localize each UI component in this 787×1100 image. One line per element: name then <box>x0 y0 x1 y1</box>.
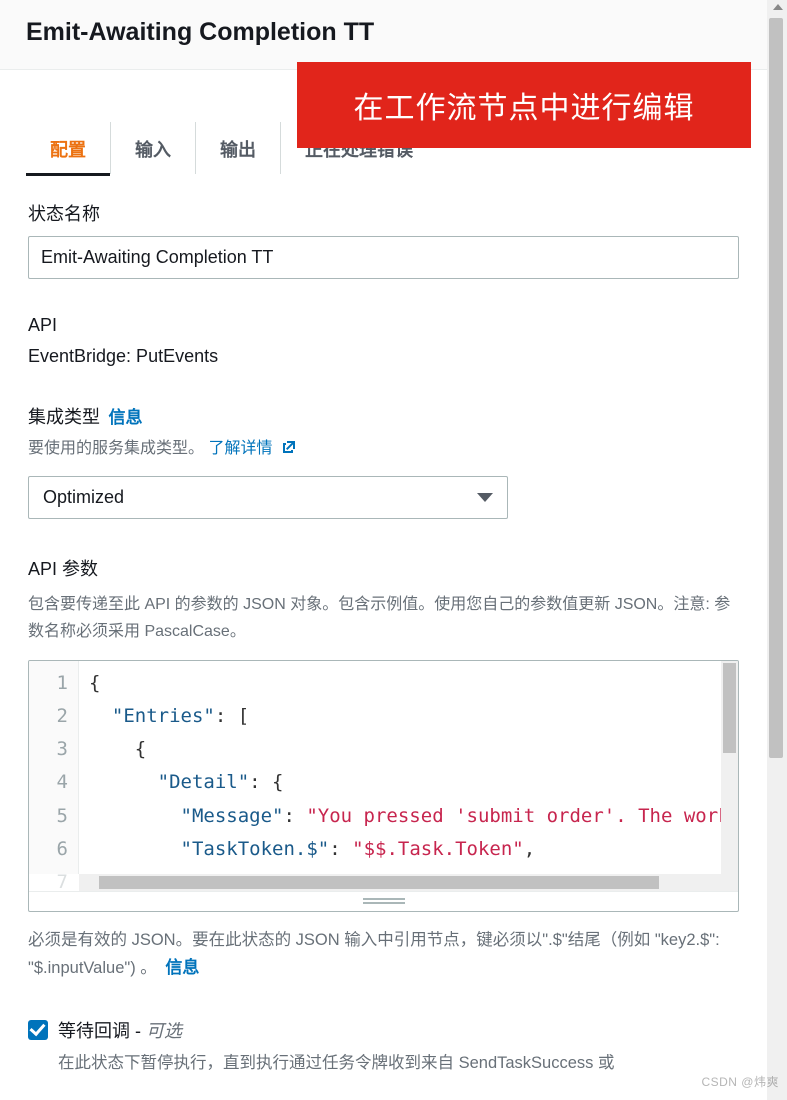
wait-callback-label: 等待回调 - 可选 <box>58 1017 615 1043</box>
api-params-description: 包含要传递至此 API 的参数的 JSON 对象。包含示例值。使用您自己的参数值… <box>28 591 739 645</box>
integration-type-select[interactable]: Optimized <box>28 476 508 519</box>
tab-input-label: 输入 <box>135 140 171 160</box>
external-link-icon <box>281 437 297 453</box>
learn-more-link[interactable]: 了解详情 <box>208 440 296 457</box>
state-name-label: 状态名称 <box>28 200 739 226</box>
tab-output-label: 输出 <box>220 140 256 160</box>
json-help-note: 必须是有效的 JSON。要在此状态的 JSON 输入中引用节点，键必须以".$"… <box>28 926 739 983</box>
integration-subtext: 要使用的服务集成类型。 了解详情 <box>28 435 739 462</box>
editor-vscroll-thumb[interactable] <box>723 663 736 753</box>
integration-selected-value: Optimized <box>43 487 124 508</box>
editor-gutter: 1 2 3 4 5 6 7 <box>29 661 79 874</box>
json-help-info-link[interactable]: 信息 <box>165 958 199 977</box>
editor-horizontal-scrollbar[interactable] <box>79 874 738 891</box>
editor-resize-handle[interactable] <box>29 891 738 911</box>
wait-callback-checkbox[interactable] <box>28 1020 48 1040</box>
integration-info-link[interactable]: 信息 <box>108 408 142 427</box>
page-title: Emit-Awaiting Completion TT <box>26 18 741 47</box>
panel-scroll-container[interactable]: Emit-Awaiting Completion TT 在工作流节点中进行编辑 … <box>0 0 767 1100</box>
wait-callback-description: 在此状态下暂停执行，直到执行通过任务令牌收到来自 SendTaskSuccess… <box>58 1049 615 1077</box>
api-value: EventBridge: PutEvents <box>28 346 739 367</box>
editor-vertical-scrollbar[interactable] <box>721 661 738 874</box>
tab-input[interactable]: 输入 <box>111 122 196 174</box>
tab-config-label: 配置 <box>50 140 86 160</box>
state-name-input[interactable] <box>28 236 739 279</box>
integration-type-label: 集成类型 <box>28 407 100 427</box>
api-params-label: API 参数 <box>28 555 739 581</box>
api-label: API <box>28 315 739 336</box>
wait-callback-row: 等待回调 - 可选 在此状态下暂停执行，直到执行通过任务令牌收到来自 SendT… <box>28 1017 739 1077</box>
edit-in-workflow-banner: 在工作流节点中进行编辑 <box>297 62 751 148</box>
editor-body[interactable]: { "Entries": [ { "Detail": { "Message": … <box>79 661 721 874</box>
editor-hscroll-thumb[interactable] <box>99 876 659 889</box>
watermark: CSDN @炜爽 <box>701 1073 779 1090</box>
page-scroll-thumb[interactable] <box>769 18 783 758</box>
tab-output[interactable]: 输出 <box>196 122 281 174</box>
tab-config[interactable]: 配置 <box>26 122 111 174</box>
json-editor[interactable]: 1 2 3 4 5 6 7 { "Entries": [ { "Detail":… <box>28 660 739 912</box>
chevron-down-icon <box>477 493 493 502</box>
banner-text: 在工作流节点中进行编辑 <box>354 83 695 127</box>
page-vertical-scrollbar[interactable] <box>767 0 787 1100</box>
header-bar: Emit-Awaiting Completion TT <box>0 0 767 70</box>
scroll-arrow-up-icon[interactable] <box>773 4 783 10</box>
grip-lines-icon <box>363 898 405 904</box>
